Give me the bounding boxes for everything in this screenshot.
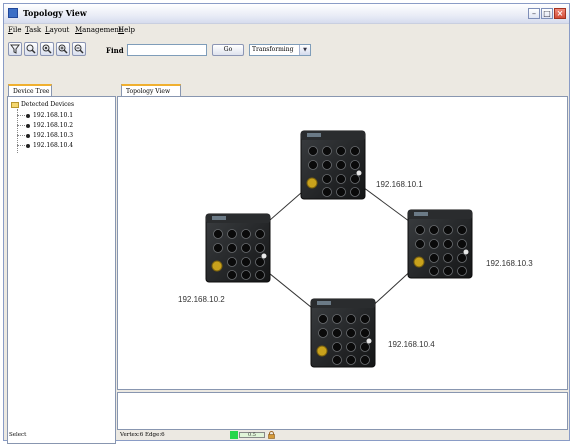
zoom-icon[interactable] — [24, 42, 38, 56]
zoom-in-icon[interactable] — [56, 42, 70, 56]
status-bar: Select Vertex:6 Edge:6 0.5 — [4, 430, 569, 440]
tree-item-device[interactable]: 192.168.10.4 — [17, 142, 73, 149]
find-label: Find — [106, 46, 124, 55]
lock-icon[interactable] — [268, 431, 275, 439]
title-bar[interactable]: Topology View – □ × — [4, 4, 569, 24]
close-button[interactable]: × — [554, 8, 566, 19]
minimize-button[interactable]: – — [528, 8, 540, 19]
switch-node[interactable]: 192.168.10.3 — [407, 209, 533, 279]
menu-task[interactable]: Task — [25, 26, 41, 34]
switch-icon — [310, 298, 376, 368]
log-panel — [117, 392, 568, 430]
tree-item-device[interactable]: 192.168.10.1 — [17, 112, 73, 119]
switch-ip-label: 192.168.10.1 — [376, 180, 423, 189]
mode-select[interactable]: Transforming ▼ — [249, 44, 311, 56]
tree-item-device[interactable]: 192.168.10.3 — [17, 132, 73, 139]
tree-root-label: Detected Devices — [21, 101, 75, 108]
device-tree-panel: Detected Devices 192.168.10.1 192.168.10… — [7, 96, 116, 444]
menu-file[interactable]: File — [8, 26, 21, 34]
zoom-out-icon[interactable] — [72, 42, 86, 56]
tree-item-device[interactable]: 192.168.10.2 — [17, 122, 73, 129]
switch-node[interactable]: 192.168.10.4 — [310, 298, 435, 368]
switch-ip-label: 192.168.10.2 — [178, 295, 225, 304]
filter-icon[interactable] — [8, 42, 22, 56]
switch-ip-label: 192.168.10.3 — [486, 259, 533, 268]
mode-select-value: Transforming — [252, 46, 294, 53]
menu-layout[interactable]: Layout — [45, 26, 69, 34]
device-node-icon — [26, 143, 30, 148]
go-button[interactable]: Go — [212, 44, 244, 56]
topology-window: Topology View – □ × File Task Layout Man… — [3, 3, 570, 444]
chevron-down-icon[interactable]: ▼ — [299, 45, 310, 55]
switch-icon — [300, 130, 366, 200]
find-input[interactable] — [127, 44, 207, 56]
app-icon — [8, 8, 18, 18]
topology-graph: 192.168.10.1 192.168.10.2 192.168.10.3 192.… — [178, 130, 533, 368]
menu-management[interactable]: Management — [75, 26, 122, 34]
progress-bar: 0.5 — [239, 432, 265, 438]
status-indicator — [230, 431, 238, 439]
status-mode: Select — [9, 432, 27, 438]
maximize-button[interactable]: □ — [541, 8, 553, 19]
topology-nodes: 192.168.10.1 192.168.10.2 192.168.10.3 192.… — [178, 130, 533, 368]
toolbar: Find Go Transforming ▼ — [4, 39, 569, 59]
switch-icon — [205, 213, 271, 283]
device-node-icon — [26, 123, 30, 128]
switch-icon — [407, 209, 473, 279]
switch-node[interactable]: 192.168.10.2 — [178, 213, 271, 304]
menu-bar: File Task Layout Management Help — [4, 24, 569, 37]
switch-node[interactable]: 192.168.10.1 — [300, 130, 423, 200]
window-title: Topology View — [23, 8, 87, 18]
device-node-icon — [26, 113, 30, 118]
status-counts: Vertex:6 Edge:6 — [120, 432, 165, 438]
folder-icon — [11, 101, 19, 108]
switch-ip-label: 192.168.10.4 — [388, 340, 435, 349]
topology-canvas[interactable]: 192.168.10.1 192.168.10.2 192.168.10.3 192.… — [117, 96, 568, 390]
tree-root[interactable]: Detected Devices — [11, 101, 74, 108]
device-node-icon — [26, 133, 30, 138]
refresh-icon[interactable] — [40, 42, 54, 56]
menu-help[interactable]: Help — [118, 26, 135, 34]
